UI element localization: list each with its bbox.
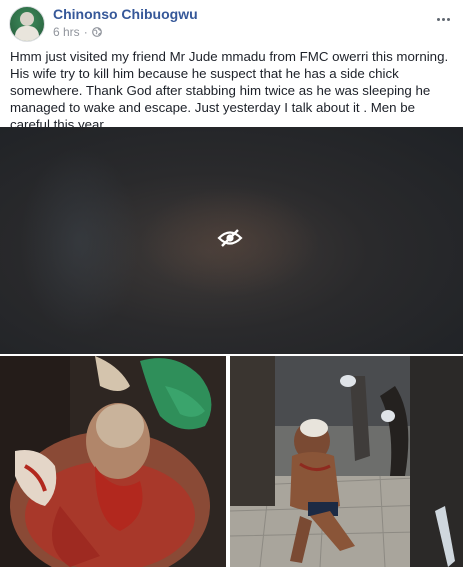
post-timestamp[interactable]: 6 hrs	[53, 25, 80, 39]
avatar-body-shape	[15, 26, 39, 41]
post-meta: 6 hrs ·	[53, 25, 102, 39]
eye-slash-icon[interactable]	[217, 228, 243, 248]
more-options-icon[interactable]	[437, 8, 453, 21]
avatar-head-shape	[20, 12, 34, 26]
author-name-link[interactable]: Chinonso Chibuogwu	[53, 6, 198, 22]
post-body-text: Hmm just visited my friend Mr Jude mmadu…	[10, 49, 449, 132]
globe-icon[interactable]	[91, 27, 102, 37]
photo-left[interactable]	[0, 356, 226, 567]
meta-separator: ·	[83, 25, 88, 39]
photo-right[interactable]	[230, 356, 463, 567]
post-header: Chinonso Chibuogwu 6 hrs ·	[0, 0, 463, 44]
avatar[interactable]	[9, 6, 45, 42]
blur-shape	[20, 147, 140, 337]
